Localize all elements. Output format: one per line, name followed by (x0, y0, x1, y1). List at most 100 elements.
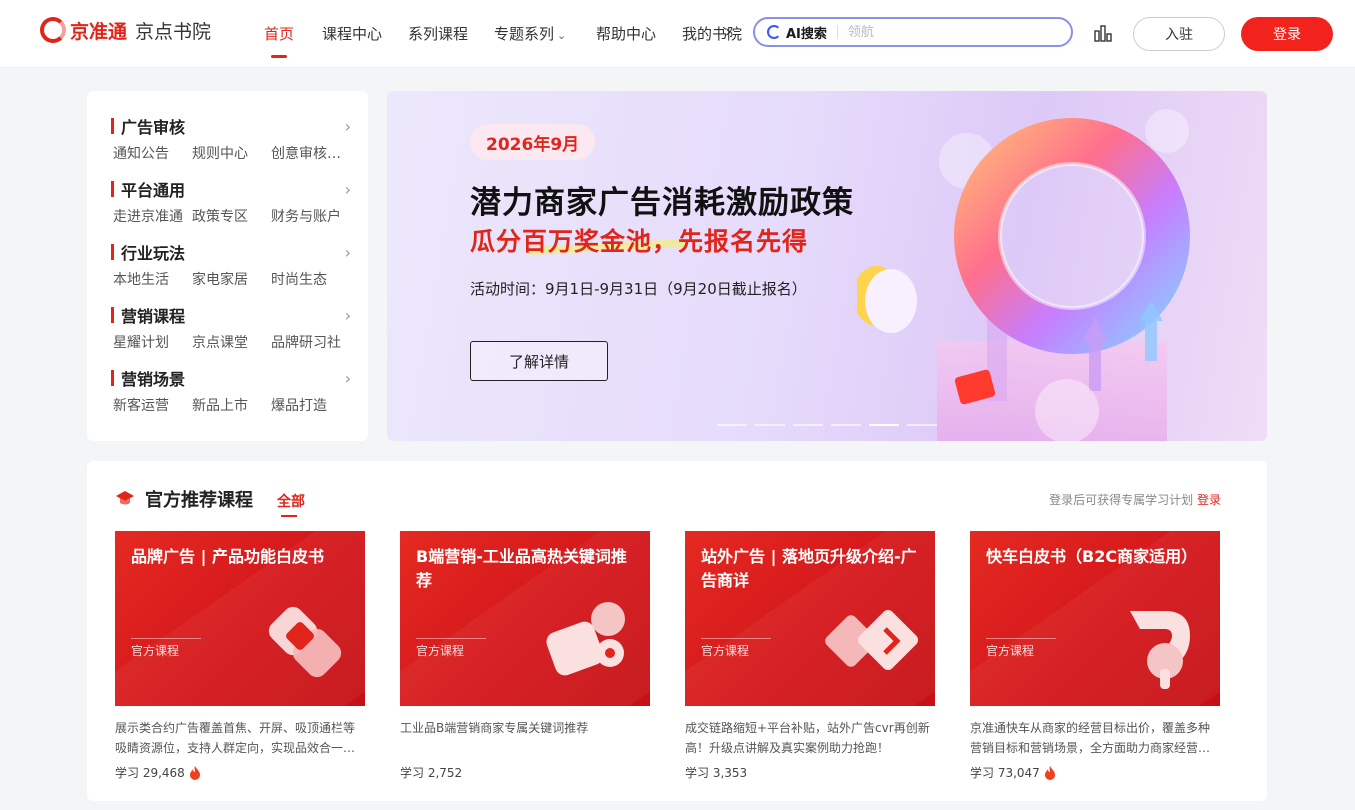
hint-login-link[interactable]: 登录 (1197, 493, 1221, 507)
nav-home[interactable]: 首页 (264, 23, 294, 58)
course-cover[interactable]: 快车白皮书（B2C商家适用） 官方课程 (970, 531, 1220, 706)
section-title: 官方推荐课程 (145, 490, 253, 511)
category-title[interactable]: 平台通用 › (111, 178, 351, 200)
carousel-dot[interactable] (793, 424, 823, 426)
nav-topics[interactable]: 专题系列 ⌄ (494, 23, 566, 44)
logo-brand: 京准通 (70, 20, 128, 43)
course-tag: 官方课程 (986, 644, 1035, 658)
nav-scroll-right-icon[interactable]: › (725, 22, 732, 42)
search-box[interactable]: AI搜索 (753, 17, 1073, 47)
search-input[interactable] (847, 24, 1048, 40)
cover-divider (986, 638, 1056, 639)
category-title[interactable]: 行业玩法 › (111, 241, 351, 263)
category-link[interactable]: 创意审核… (271, 143, 350, 163)
banner-date-badge: 2026年9月 (470, 124, 596, 160)
category-link[interactable]: 爆品打造 (271, 395, 350, 415)
category-link[interactable]: 本地生活 (113, 269, 192, 289)
category-title[interactable]: 广告审核 › (111, 115, 351, 137)
course-stats: 学习 73,047 (970, 764, 1220, 781)
category-link[interactable]: 时尚生态 (271, 269, 350, 289)
category-link[interactable]: 政策专区 (192, 206, 271, 226)
category-title-text: 广告审核 (121, 118, 186, 137)
category-link[interactable]: 品牌研习社 (271, 332, 350, 352)
carousel-dot[interactable] (755, 424, 785, 426)
category-link[interactable]: 新品上市 (192, 395, 271, 415)
category-group: 行业玩法 › 本地生活 家电家居 时尚生态 (111, 241, 351, 289)
banner-time: 活动时间：9月1日-9月31日（9月20日截止报名） (470, 280, 807, 298)
nav-series[interactable]: 系列课程 (408, 23, 468, 44)
carousel-dot[interactable] (907, 424, 937, 426)
carousel-dots (717, 424, 945, 426)
chevron-down-icon: ⌄ (557, 29, 567, 42)
category-link[interactable]: 走进京准通 (113, 206, 192, 226)
accent-bar (111, 118, 114, 134)
category-link[interactable]: 家电家居 (192, 269, 271, 289)
donut-chart-illustration (857, 109, 1190, 441)
carousel-dot[interactable] (831, 424, 861, 426)
learn-count: 学习 2,752 (400, 766, 463, 780)
course-card[interactable]: 品牌广告 | 产品功能白皮书 官方课程 展示类合约广告覆盖首焦、开屏、吸顶通栏等… (115, 531, 365, 781)
nav-topics-label: 专题系列 (494, 25, 555, 43)
category-link[interactable]: 京点课堂 (192, 332, 271, 352)
course-card[interactable]: B端营销-工业品高热关键词推荐 官方课程 工业品B端营销商家专属关键词推荐 学习… (400, 531, 650, 781)
carousel-dot[interactable] (717, 424, 747, 426)
course-cover[interactable]: 品牌广告 | 产品功能白皮书 官方课程 (115, 531, 365, 706)
ai-search-icon (767, 25, 781, 39)
course-stats: 学习 2,752 (400, 764, 650, 781)
ai-search-label: AI搜索 (786, 26, 827, 42)
cover-divider (131, 638, 201, 639)
carousel-dot-active[interactable] (869, 424, 899, 426)
category-group: 广告审核 › 通知公告 规则中心 创意审核… (111, 115, 351, 163)
category-link[interactable]: 财务与账户 (271, 206, 350, 226)
chain-link-icon (268, 606, 342, 678)
category-title[interactable]: 营销课程 › (111, 304, 351, 326)
logo-subtitle: 京点书院 (135, 20, 212, 43)
course-title: 站外广告 | 落地页升级介绍-广告商详 (701, 547, 917, 590)
course-cover[interactable]: B端营销-工业品高热关键词推荐 官方课程 (400, 531, 650, 706)
category-title-text: 营销课程 (121, 307, 186, 326)
category-title[interactable]: 营销场景 › (111, 367, 351, 389)
details-button[interactable]: 了解详情 (470, 341, 608, 381)
rank-chart-icon[interactable] (1094, 24, 1112, 42)
category-link[interactable]: 星耀计划 (113, 332, 192, 352)
nav-course-center[interactable]: 课程中心 (322, 23, 382, 44)
banner-subtitle: 瓜分百万奖金池，先报名先得 (470, 227, 809, 256)
top-header: 京准通 京点书院 首页 课程中心 系列课程 专题系列 ⌄ 帮助中心 我的书院 › … (0, 0, 1355, 68)
promo-banner[interactable]: 2026年9月 潜力商家广告消耗激励政策 瓜分百万奖金池，先报名先得 活动时间：… (387, 91, 1267, 441)
logo-ring-icon (40, 17, 66, 43)
tab-all[interactable]: 全部 (277, 491, 305, 517)
course-description: 工业品B端营销商家专属关键词推荐 (400, 721, 589, 735)
course-card[interactable]: 站外广告 | 落地页升级介绍-广告商详 官方课程 成交链路缩短+平台补贴，站外广… (685, 531, 935, 781)
category-title-text: 营销场景 (121, 370, 186, 389)
cover-divider (701, 638, 771, 639)
cover-divider (416, 638, 486, 639)
category-group: 平台通用 › 走进京准通 政策专区 财务与账户 (111, 178, 351, 226)
course-description: 成交链路缩短+平台补贴，站外广告cvr再创新高！升级点讲解及真实案例助力抢跑！ (685, 721, 930, 755)
course-description: 展示类合约广告覆盖首焦、开屏、吸顶通栏等吸睛资源位，支持人群定向，实现品效合一… (115, 721, 356, 755)
accent-bar (111, 307, 114, 323)
main-nav: 首页 课程中心 系列课程 专题系列 ⌄ 帮助中心 我的书院 (250, 0, 745, 68)
course-description: 京准通快车从商家的经营目标出价，覆盖多种营销目标和营销场景，全方面助力商家经营… (970, 721, 1211, 755)
category-link[interactable]: 新客运营 (113, 395, 192, 415)
site-logo[interactable]: 京准通 京点书院 (40, 15, 211, 45)
course-cover[interactable]: 站外广告 | 落地页升级介绍-广告商详 官方课程 (685, 531, 935, 706)
category-link[interactable]: 规则中心 (192, 143, 271, 163)
category-title-text: 行业玩法 (121, 244, 186, 263)
category-menu: 广告审核 › 通知公告 规则中心 创意审核… 平台通用 › 走进京准通 政策专区… (87, 91, 368, 441)
fire-icon (189, 765, 200, 780)
chevron-right-icon: › (344, 117, 351, 136)
join-button[interactable]: 入驻 (1133, 17, 1225, 51)
learn-count: 学习 3,353 (685, 766, 748, 780)
category-link[interactable]: 通知公告 (113, 143, 192, 163)
nav-my[interactable]: 我的书院 (682, 23, 742, 44)
chevron-right-icon: › (344, 306, 351, 325)
chevron-right-icon: › (344, 243, 351, 262)
login-hint: 登录后可获得专属学习计划 登录 (1049, 491, 1221, 508)
search-divider (836, 25, 838, 39)
double-diamond-icon (825, 609, 919, 671)
puzzle-blocks-icon (546, 602, 625, 676)
login-button[interactable]: 登录 (1241, 17, 1333, 51)
nav-help[interactable]: 帮助中心 (596, 23, 656, 44)
category-group: 营销课程 › 星耀计划 京点课堂 品牌研习社 (111, 304, 351, 352)
course-card[interactable]: 快车白皮书（B2C商家适用） 官方课程 京准通快车从商家的经营目标出价，覆盖多种… (970, 531, 1220, 781)
